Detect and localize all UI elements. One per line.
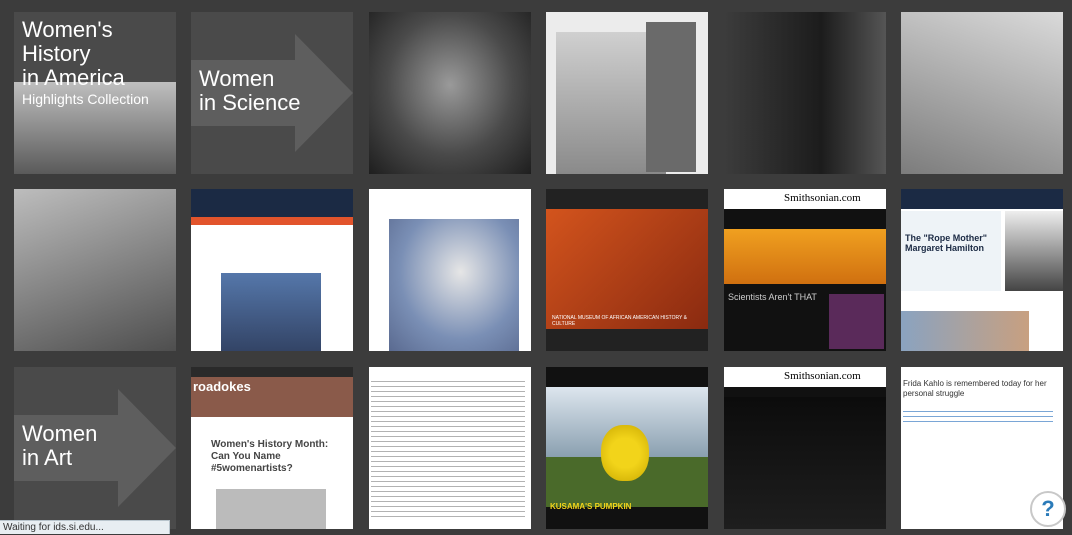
site-header xyxy=(191,189,353,217)
tile-portrait-scientist[interactable] xyxy=(369,12,531,174)
tile-lab-scientist[interactable] xyxy=(546,12,708,174)
tile-microscope-scientist[interactable] xyxy=(901,12,1063,174)
article-title: Women's History Month: Can You Name #5wo… xyxy=(211,439,329,474)
article-text: Frida Kahlo is remembered today for her … xyxy=(903,379,1047,399)
video-caption: NATIONAL MUSEUM OF AFRICAN AMERICAN HIST… xyxy=(552,315,688,327)
article-photo xyxy=(1005,211,1063,291)
smithsonian-logo: Smithsonian.com xyxy=(784,370,861,382)
tile-womens-history[interactable]: Women's History in America Highlights Co… xyxy=(14,12,176,174)
smithsonian-logo: Smithsonian.com xyxy=(784,192,861,204)
portrait-photo xyxy=(369,12,531,174)
tile-kusama-article-text[interactable] xyxy=(369,367,531,529)
site-header xyxy=(191,367,353,377)
tile-astronaut-article[interactable] xyxy=(191,189,353,351)
tile-woman-porch[interactable] xyxy=(14,189,176,351)
article-image xyxy=(901,311,1029,351)
video-frame xyxy=(546,209,708,329)
banner-title: roadokes xyxy=(193,379,251,394)
alert-banner xyxy=(191,217,353,225)
tile-rope-mother-article[interactable]: The "Rope Mother" Margaret Hamilton xyxy=(901,189,1063,351)
browser-status-bar: Waiting for ids.si.edu... xyxy=(0,520,170,534)
article-text-block xyxy=(371,381,525,521)
status-text: Waiting for ids.si.edu... xyxy=(3,522,104,533)
tile-smithsonian-article-dark[interactable]: Smithsonian.com xyxy=(724,367,886,529)
microscope-photo xyxy=(901,12,1063,174)
tile-title: Women in Science xyxy=(199,66,301,115)
tile-women-in-science[interactable]: Women in Science xyxy=(191,12,353,174)
tile-nmaahc-video[interactable]: NATIONAL MUSEUM OF AFRICAN AMERICAN HIST… xyxy=(546,189,708,351)
article-caption: Scientists Aren't THAT xyxy=(728,292,817,302)
computer-photo xyxy=(724,12,886,174)
tile-smithsonian-somerfest[interactable]: Smithsonian.com Scientists Aren't THAT xyxy=(724,189,886,351)
tile-kusama-pumpkin[interactable]: KUSAMA'S PUMPKIN xyxy=(546,367,708,529)
tile-title: Women's History in America Highlights Co… xyxy=(22,17,149,108)
porch-photo xyxy=(14,189,176,351)
article-title: The "Rope Mother" Margaret Hamilton xyxy=(905,233,988,253)
article-link[interactable] xyxy=(903,411,1053,423)
tile-speaker-photo[interactable] xyxy=(369,189,531,351)
dark-article-body xyxy=(724,397,886,529)
tile-computer-scientist[interactable] xyxy=(724,12,886,174)
speaker-photo xyxy=(389,219,519,351)
video-caption: KUSAMA'S PUMPKIN xyxy=(550,502,632,511)
astronaut-photo xyxy=(221,273,321,351)
tile-5womenartists-article[interactable]: roadokes Women's History Month: Can You … xyxy=(191,367,353,529)
article-image xyxy=(829,294,884,349)
site-header xyxy=(901,189,1063,209)
tile-women-in-art[interactable]: Women in Art xyxy=(14,367,176,529)
somerfest-banner xyxy=(724,229,886,284)
pumpkin-sculpture xyxy=(601,425,649,481)
help-button[interactable]: ? xyxy=(1030,491,1066,527)
article-image xyxy=(216,489,326,529)
equipment-photo xyxy=(646,22,696,172)
question-mark-icon: ? xyxy=(1041,496,1055,521)
tile-title: Women in Art xyxy=(22,421,98,470)
